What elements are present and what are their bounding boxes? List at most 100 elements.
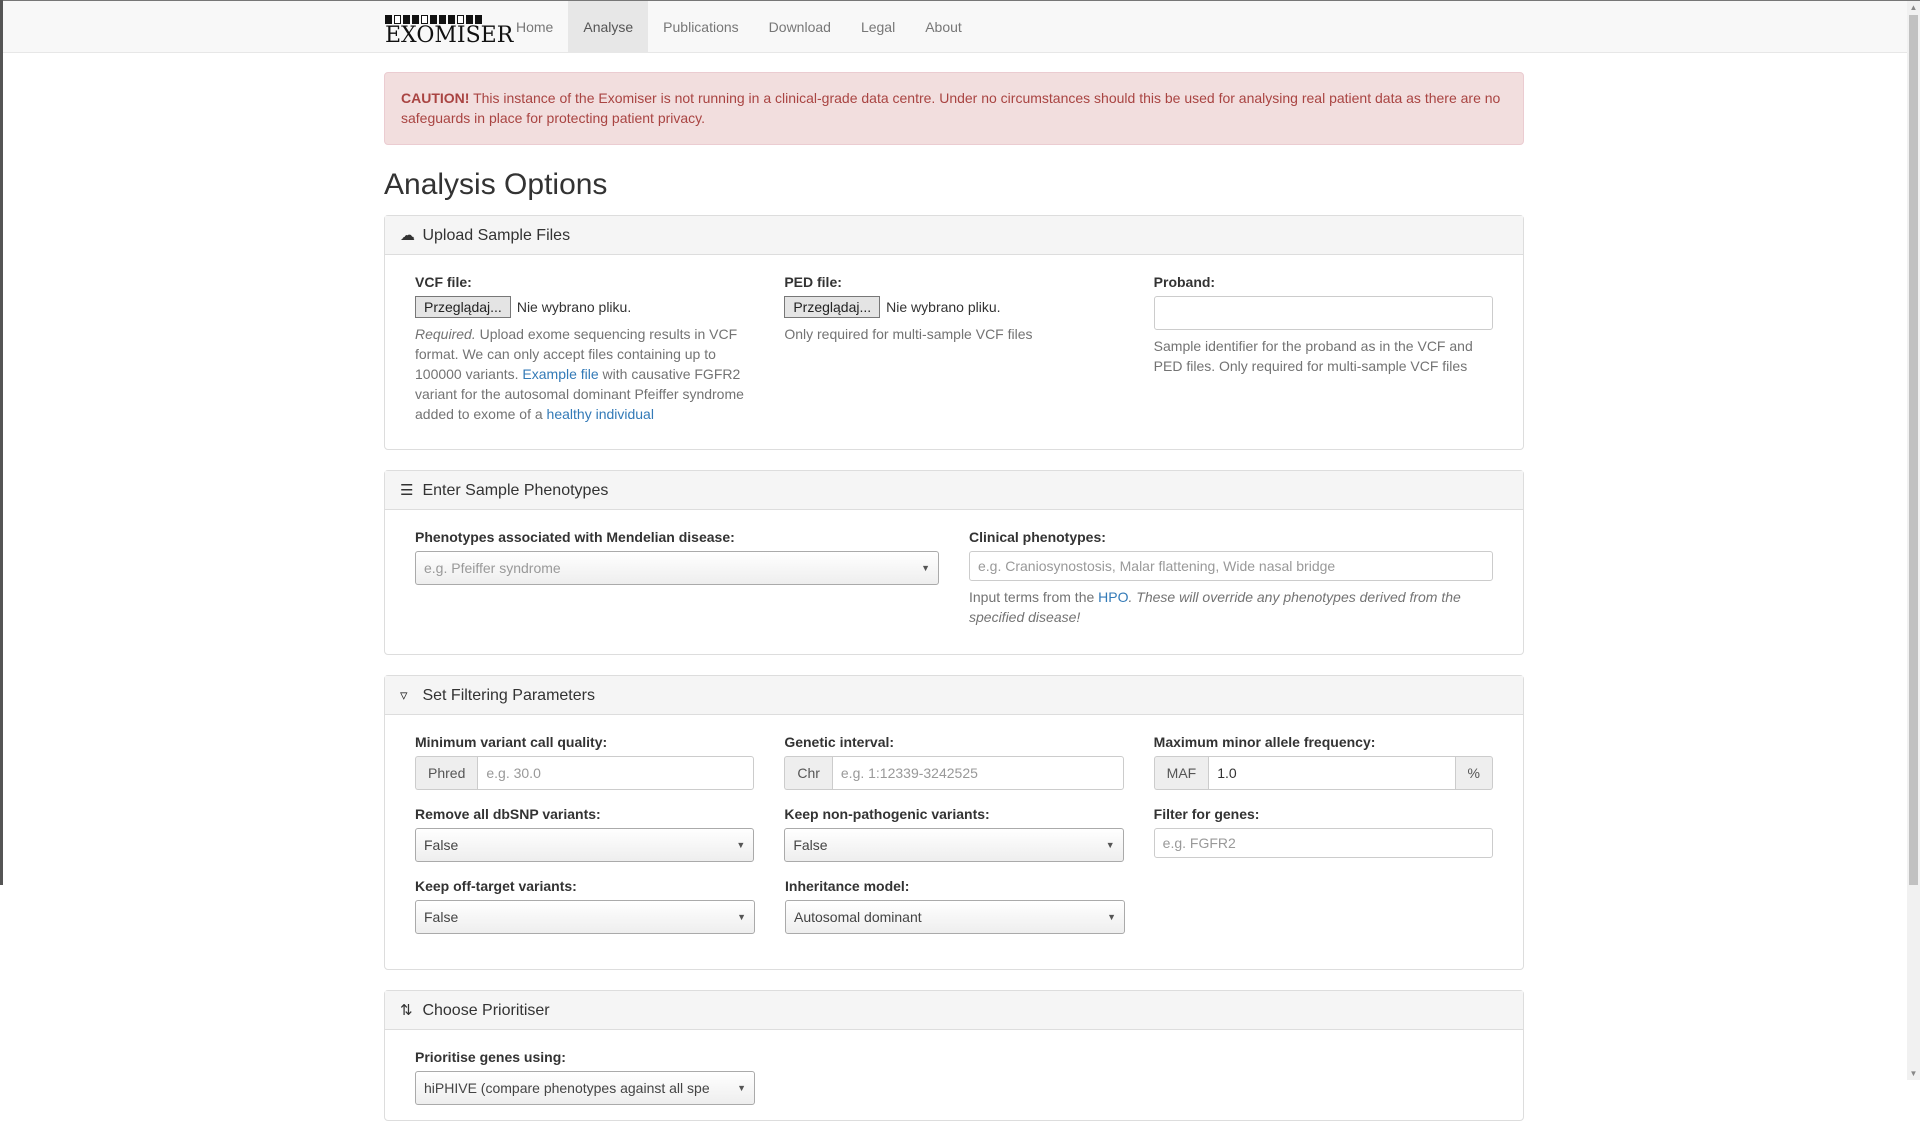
inheritance-select[interactable]: Autosomal dominant ▼ [785, 900, 1125, 934]
clinical-help: Input terms from the HPO. These will ove… [969, 587, 1493, 627]
nav-about[interactable]: About [910, 1, 977, 53]
inheritance-value: Autosomal dominant [794, 909, 922, 925]
filtering-panel-body: Minimum variant call quality: Phred Gene… [385, 715, 1523, 969]
scroll-down-arrow-icon[interactable]: ▼ [1907, 1067, 1920, 1080]
prioritiser-panel-heading: ⇅ Choose Prioritiser [385, 991, 1523, 1030]
brand-text: EXOMISER [385, 23, 514, 48]
ped-browse-button[interactable]: Przeglądaj... [784, 296, 881, 318]
clinical-help-text-1: Input terms from the [969, 589, 1099, 605]
maf-group: Maximum minor allele frequency: MAF % [1153, 730, 1493, 790]
genes-group: Filter for genes: [1153, 802, 1493, 862]
phred-addon: Phred [415, 756, 478, 790]
navbar: EXOMISER Home Analyse Publications Downl… [3, 1, 1907, 53]
dbsnp-select[interactable]: False ▼ [415, 828, 755, 862]
main-nav: Home Analyse Publications Download Legal… [501, 1, 977, 53]
phenotypes-panel: ☰ Enter Sample Phenotypes Phenotypes ass… [384, 470, 1524, 655]
chevron-down-icon: ▼ [1107, 912, 1116, 922]
chr-addon: Chr [784, 756, 832, 790]
genes-input[interactable] [1153, 828, 1493, 858]
mendelian-placeholder: e.g. Pfeiffer syndrome [424, 560, 561, 576]
prioritiser-panel-body: Prioritise genes using: hiPHIVE (compare… [385, 1030, 1523, 1120]
nav-home[interactable]: Home [501, 1, 568, 53]
non-pathogenic-select[interactable]: False ▼ [784, 828, 1124, 862]
upload-panel: ☁ Upload Sample Files VCF file: Przegląd… [384, 215, 1524, 450]
non-pathogenic-value: False [793, 837, 828, 853]
phenotypes-heading-text: Enter Sample Phenotypes [422, 482, 609, 499]
off-target-select[interactable]: False ▼ [415, 900, 755, 934]
non-pathogenic-label: Keep non-pathogenic variants: [784, 806, 990, 822]
caution-alert: CAUTION! This instance of the Exomiser i… [384, 72, 1524, 145]
prioritiser-label: Prioritise genes using: [415, 1049, 566, 1065]
window-left-edge [0, 0, 3, 885]
upload-panel-body: VCF file: Przeglądaj... Nie wybrano plik… [385, 255, 1523, 449]
filtering-panel-heading: ▿ Set Filtering Parameters [385, 676, 1523, 715]
min-quality-label: Minimum variant call quality: [415, 734, 608, 750]
off-target-label: Keep off-target variants: [415, 878, 577, 894]
ped-file-status: Nie wybrano pliku. [886, 299, 1001, 315]
filtering-panel: ▿ Set Filtering Parameters Minimum varia… [384, 675, 1524, 970]
nav-legal[interactable]: Legal [846, 1, 910, 53]
vcf-help: Required. Upload exome sequencing result… [415, 324, 754, 424]
proband-input[interactable] [1153, 296, 1493, 330]
vcf-group: VCF file: Przeglądaj... Nie wybrano plik… [415, 270, 754, 424]
alert-strong: CAUTION! [401, 90, 470, 106]
mendelian-label: Phenotypes associated with Mendelian dis… [415, 529, 735, 545]
ped-group: PED file: Przeglądaj... Nie wybrano plik… [784, 270, 1123, 424]
inheritance-label: Inheritance model: [785, 878, 910, 894]
min-quality-group: Minimum variant call quality: Phred [415, 730, 755, 790]
inheritance-group: Inheritance model: Autosomal dominant ▼ [785, 874, 1125, 934]
prioritiser-select[interactable]: hiPHIVE (compare phenotypes against all … [415, 1071, 755, 1105]
filter-icon: ▿ [400, 687, 408, 704]
dbsnp-group: Remove all dbSNP variants: False ▼ [415, 802, 755, 862]
mendelian-disease-select[interactable]: e.g. Pfeiffer syndrome ▼ [415, 551, 939, 585]
vcf-file-status: Nie wybrano pliku. [516, 299, 632, 315]
vcf-browse-button[interactable]: Przeglądaj... [415, 296, 511, 318]
interval-group: Genetic interval: Chr [784, 730, 1124, 790]
percent-addon: % [1455, 756, 1493, 790]
prioritiser-group: Prioritise genes using: hiPHIVE (compare… [415, 1049, 755, 1105]
vcf-label: VCF file: [415, 274, 472, 290]
list-icon: ☰ [400, 482, 414, 499]
proband-group: Proband: Sample identifier for the proba… [1153, 270, 1493, 424]
chevron-down-icon: ▼ [1105, 840, 1115, 850]
cloud-upload-icon: ☁ [400, 227, 415, 244]
chevron-down-icon: ▼ [736, 840, 746, 850]
min-quality-input[interactable] [477, 756, 755, 790]
nav-analyse[interactable]: Analyse [568, 1, 649, 53]
maf-input[interactable] [1208, 756, 1456, 790]
phenotypes-panel-heading: ☰ Enter Sample Phenotypes [385, 471, 1523, 510]
phenotypes-panel-body: Phenotypes associated with Mendelian dis… [385, 510, 1523, 654]
proband-label: Proband: [1153, 274, 1216, 290]
proband-help: Sample identifier for the proband as in … [1153, 338, 1473, 374]
genetic-interval-input[interactable] [831, 756, 1124, 790]
exomiser-logo[interactable]: EXOMISER [385, 15, 514, 49]
scroll-up-arrow-icon[interactable]: ▲ [1907, 1, 1920, 14]
nav-download[interactable]: Download [754, 1, 846, 53]
prioritiser-value: hiPHIVE (compare phenotypes against all … [424, 1080, 710, 1096]
healthy-individual-link[interactable]: healthy individual [547, 406, 654, 422]
clinical-group: Clinical phenotypes: Input terms from th… [969, 525, 1493, 627]
scroll-thumb[interactable] [1909, 15, 1918, 885]
vertical-scrollbar[interactable]: ▲ ▼ [1907, 1, 1920, 1080]
clinical-label: Clinical phenotypes: [969, 529, 1106, 545]
chevron-down-icon: ▼ [921, 563, 930, 573]
example-file-link[interactable]: Example file [522, 366, 598, 382]
upload-heading-text: Upload Sample Files [422, 227, 571, 244]
prioritiser-heading-text: Choose Prioritiser [422, 1002, 550, 1019]
interval-label: Genetic interval: [784, 734, 895, 750]
hpo-link[interactable]: HPO [1098, 589, 1128, 605]
maf-addon: MAF [1153, 756, 1209, 790]
non-pathogenic-group: Keep non-pathogenic variants: False ▼ [784, 802, 1124, 862]
alert-text: This instance of the Exomiser is not run… [401, 90, 1501, 126]
ped-help: Only required for multi-sample VCF files [784, 326, 1033, 342]
dbsnp-label: Remove all dbSNP variants: [415, 806, 601, 822]
prioritiser-panel: ⇅ Choose Prioritiser Prioritise genes us… [384, 990, 1524, 1121]
upload-panel-heading: ☁ Upload Sample Files [385, 216, 1523, 255]
sort-icon: ⇅ [400, 1002, 413, 1019]
off-target-value: False [424, 909, 459, 925]
nav-publications[interactable]: Publications [648, 1, 754, 53]
filtering-heading-text: Set Filtering Parameters [422, 687, 595, 704]
chevron-down-icon: ▼ [737, 912, 746, 922]
off-target-group: Keep off-target variants: False ▼ [415, 874, 755, 934]
clinical-phenotypes-input[interactable] [969, 551, 1493, 581]
